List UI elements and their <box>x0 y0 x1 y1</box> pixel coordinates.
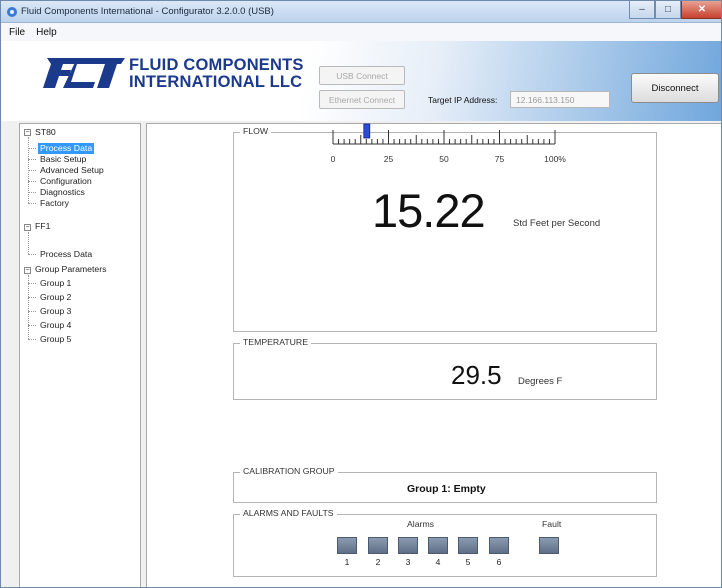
tree-node-ff1[interactable]: FF1 <box>35 221 50 232</box>
app-icon <box>7 7 17 17</box>
tree-node-configuration[interactable]: Configuration <box>40 176 92 187</box>
maximize-button[interactable]: □ <box>655 1 681 19</box>
alarm-5-indicator <box>458 537 478 554</box>
tree-line <box>28 181 36 182</box>
collapse-icon[interactable]: − <box>24 224 31 231</box>
tree-node-group-parameters[interactable]: Group Parameters <box>35 264 106 275</box>
scale-tick-label: 50 <box>439 154 449 164</box>
alarm-4-number: 4 <box>435 557 441 567</box>
tree-line <box>28 170 36 171</box>
alarm-4-indicator <box>428 537 448 554</box>
fault-indicator <box>539 537 559 554</box>
alarm-2-indicator <box>368 537 388 554</box>
temperature-value: 29.5 <box>451 360 502 390</box>
temperature-units: Degrees F <box>518 376 563 387</box>
scale-tick-label: 100% <box>544 154 566 164</box>
tree-line <box>28 297 36 298</box>
minimize-button[interactable]: – <box>629 1 655 19</box>
alarm-6-number: 6 <box>496 557 502 567</box>
menu-help[interactable]: Help <box>36 27 57 38</box>
tree-line <box>28 325 36 326</box>
usb-connect-button[interactable]: USB Connect <box>319 66 405 85</box>
tree-node-diagnostics[interactable]: Diagnostics <box>40 187 85 198</box>
temperature-group-label: TEMPERATURE <box>240 337 311 347</box>
tree-node-factory[interactable]: Factory <box>40 198 69 209</box>
disconnect-button[interactable]: Disconnect <box>631 73 719 103</box>
alarm-3-indicator <box>398 537 418 554</box>
flow-value: 15.22 <box>372 184 486 237</box>
alarm-1-indicator <box>337 537 357 554</box>
tree-node-group-4[interactable]: Group 4 <box>40 320 71 331</box>
tree-line <box>28 254 36 255</box>
collapse-icon[interactable]: − <box>24 267 31 274</box>
window-title: Fluid Components International - Configu… <box>21 6 274 17</box>
navigation-tree: − ST80 Process Data Basic Setup Advanced… <box>19 123 141 587</box>
tree-line <box>28 311 36 312</box>
tree-line <box>28 159 36 160</box>
tree-line <box>28 148 36 149</box>
close-button[interactable]: ✕ <box>681 1 721 19</box>
scale-tick-label: 75 <box>495 154 505 164</box>
calibration-value: Group 1: Empty <box>407 483 486 495</box>
temperature-group: TEMPERATURE <box>233 337 657 400</box>
alarms-group-label: ALARMS AND FAULTS <box>240 508 337 518</box>
tree-line <box>28 203 36 204</box>
tree-line <box>28 283 36 284</box>
tree-line <box>28 192 36 193</box>
calibration-group-label: CALIBRATION GROUP <box>240 466 338 476</box>
collapse-icon[interactable]: − <box>24 129 31 136</box>
flow-indicator <box>363 123 371 139</box>
alarm-3-number: 3 <box>405 557 411 567</box>
alarm-2-number: 2 <box>375 557 381 567</box>
tree-node-group-1[interactable]: Group 1 <box>40 278 71 289</box>
scale-tick-label: 25 <box>384 154 394 164</box>
tree-node-process-data[interactable]: Process Data <box>38 143 95 154</box>
fci-logo-mark <box>43 58 125 88</box>
logo-line-2: INTERNATIONAL LLC <box>129 73 303 91</box>
flow-group-label: FLOW <box>240 126 272 136</box>
tree-node-group-2[interactable]: Group 2 <box>40 292 71 303</box>
tree-node-advanced-setup[interactable]: Advanced Setup <box>40 165 104 176</box>
tree-node-ff1-process-data[interactable]: Process Data <box>40 249 92 260</box>
menu-bar: File Help <box>1 23 721 41</box>
ethernet-connect-button[interactable]: Ethernet Connect <box>319 90 405 109</box>
alarm-6-indicator <box>489 537 509 554</box>
flow-units: Std Feet per Second <box>513 218 601 229</box>
tree-node-st80[interactable]: ST80 <box>35 127 56 138</box>
fci-logo: FLUID COMPONENTS INTERNATIONAL LLC <box>39 56 303 96</box>
tree-line <box>28 339 36 340</box>
app-window: Fluid Components International - Configu… <box>0 0 722 588</box>
tree-node-group-5[interactable]: Group 5 <box>40 334 71 345</box>
alarms-label: Alarms <box>407 519 435 529</box>
ip-address-label: Target IP Address: <box>428 95 498 105</box>
tree-line <box>28 275 29 339</box>
tree-node-basic-setup[interactable]: Basic Setup <box>40 154 86 165</box>
fault-label: Fault <box>542 519 562 529</box>
scale-tick-label: 0 <box>331 154 336 164</box>
title-bar: Fluid Components International - Configu… <box>1 1 721 23</box>
ip-address-input[interactable] <box>510 91 610 108</box>
flow-scale: 0 25 50 75 100% <box>331 123 566 164</box>
alarm-5-number: 5 <box>465 557 471 567</box>
tree-line <box>28 232 29 254</box>
tree-node-group-3[interactable]: Group 3 <box>40 306 71 317</box>
alarm-1-number: 1 <box>344 557 350 567</box>
window-controls: – □ ✕ <box>629 1 721 21</box>
menu-file[interactable]: File <box>9 27 25 38</box>
